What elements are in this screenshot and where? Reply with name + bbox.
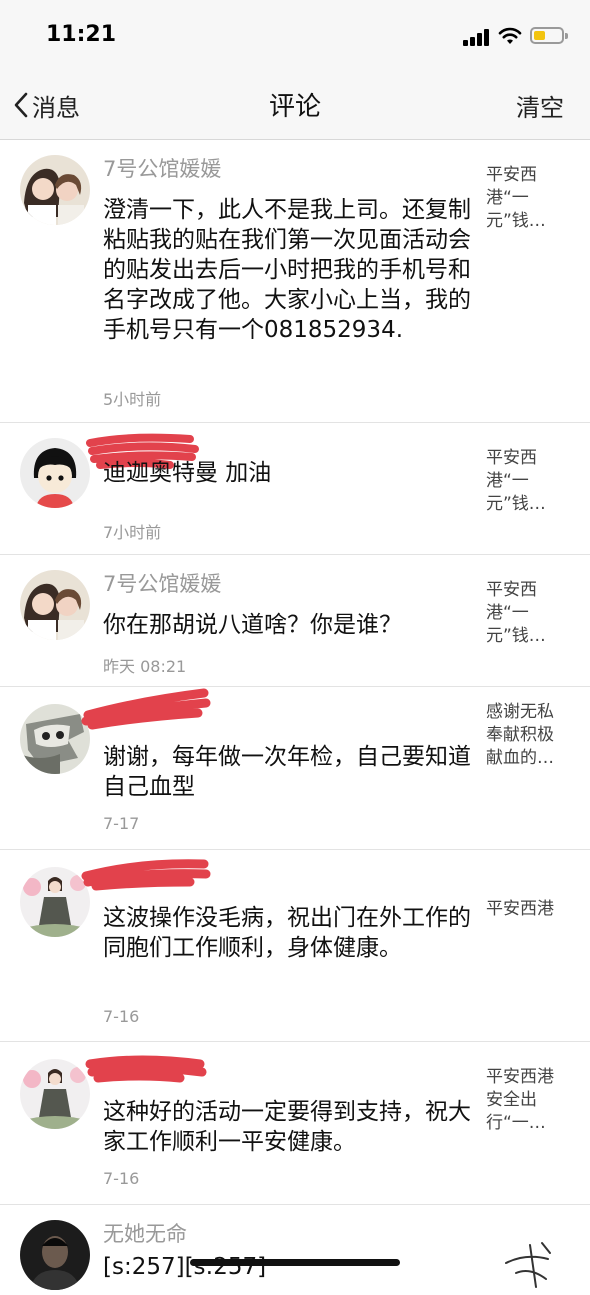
home-indicator[interactable] bbox=[190, 1259, 400, 1266]
comment-text: 谢谢，每年做一次年检，自己要知道自己血型 bbox=[103, 744, 471, 800]
battery-icon bbox=[530, 27, 568, 44]
comment-text: 你在那胡说八道啥？你是谁？ bbox=[103, 612, 402, 638]
comment-item[interactable]: 这种好的活动一定要得到支持，祝大家工作顺利一平安健康。 7-16 平安西港安全出… bbox=[0, 1042, 590, 1205]
comment-text: [s:257][s:257] bbox=[103, 1254, 267, 1280]
comment-item[interactable]: 7号公馆媛媛 澄清一下，此人不是我上司。还复制粘贴我的贴在我们第一次见面活动会的… bbox=[0, 140, 590, 423]
comment-list: 7号公馆媛媛 澄清一下，此人不是我上司。还复制粘贴我的贴在我们第一次见面活动会的… bbox=[0, 140, 590, 1295]
avatar[interactable] bbox=[20, 570, 90, 640]
clear-button[interactable]: 清空 bbox=[516, 88, 564, 123]
comment-item[interactable]: 迪迦奥特曼 加油 7小时前 平安西港“一元”钱… bbox=[0, 423, 590, 555]
comment-item[interactable]: 这波操作没毛病，祝出门在外工作的同胞们工作顺利，身体健康。 7-16 平安西港 bbox=[0, 850, 590, 1042]
post-source[interactable]: 平安西港“一元”钱… bbox=[486, 447, 568, 516]
post-source[interactable]: 平安西港安全出行“一… bbox=[486, 1066, 568, 1135]
post-thumbnail[interactable] bbox=[486, 1223, 568, 1295]
page-title: 评论 bbox=[268, 92, 321, 122]
post-source[interactable]: 平安西港“一元”钱… bbox=[486, 164, 568, 233]
cellular-signal-icon bbox=[463, 28, 491, 46]
comment-time: 7-17 bbox=[103, 814, 140, 833]
status-time: 11:21 bbox=[46, 22, 117, 47]
comment-item[interactable]: 无她无命 [s:257][s:257] bbox=[0, 1205, 590, 1295]
comment-username[interactable]: 7号公馆媛媛 bbox=[103, 568, 221, 598]
status-bar: 11:21 bbox=[0, 0, 590, 72]
redaction-scribble bbox=[81, 859, 211, 891]
post-source[interactable]: 平安西港“一元”钱… bbox=[486, 579, 568, 648]
redaction-scribble bbox=[85, 1055, 207, 1083]
comment-text: 迪迦奥特曼 加油 bbox=[103, 460, 272, 486]
avatar[interactable] bbox=[20, 155, 90, 225]
navigation-bar: 消息 评论 清空 bbox=[0, 72, 590, 140]
comment-time: 7小时前 bbox=[103, 523, 162, 542]
comment-time: 昨天 08:21 bbox=[103, 657, 187, 676]
comment-item[interactable]: 7号公馆媛媛 你在那胡说八道啥？你是谁？ 昨天 08:21 平安西港“一元”钱… bbox=[0, 555, 590, 687]
post-source[interactable]: 感谢无私奉献积极献血的… bbox=[486, 701, 568, 770]
comment-time: 5小时前 bbox=[103, 390, 162, 409]
comment-time: 7-16 bbox=[103, 1169, 140, 1188]
comment-time: 7-16 bbox=[103, 1007, 140, 1026]
post-source[interactable]: 平安西港 bbox=[486, 898, 568, 921]
comment-username[interactable]: 7号公馆媛媛 bbox=[103, 153, 221, 183]
comment-text: 澄清一下，此人不是我上司。还复制粘贴我的贴在我们第一次见面活动会的贴发出去后一小… bbox=[103, 197, 471, 343]
comment-item[interactable]: 谢谢，每年做一次年检，自己要知道自己血型 7-17 感谢无私奉献积极献血的… bbox=[0, 687, 590, 850]
comment-text: 这种好的活动一定要得到支持，祝大家工作顺利一平安健康。 bbox=[103, 1099, 471, 1155]
comment-text: 这波操作没毛病，祝出门在外工作的同胞们工作顺利，身体健康。 bbox=[103, 905, 471, 961]
redaction-scribble bbox=[81, 688, 211, 730]
wifi-icon bbox=[498, 27, 522, 44]
comment-username[interactable]: 无她无命 bbox=[103, 1218, 187, 1248]
